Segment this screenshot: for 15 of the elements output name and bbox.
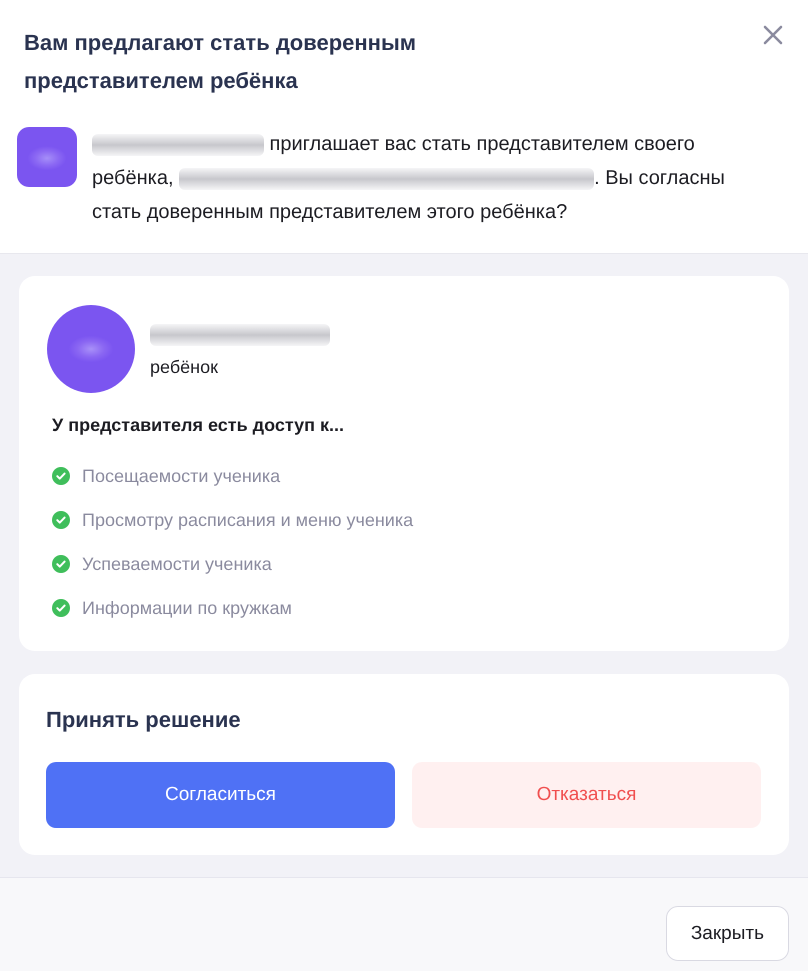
access-item: Успеваемости ученика bbox=[82, 553, 272, 575]
invitation-text: приглашает вас стать представителем своего ребёнка, . Вы согласны стать доверенным представителем этого ребёнка? bbox=[92, 132, 726, 225]
dialog-title: Вам предлагают стать доверенным представителем ребёнка bbox=[24, 29, 418, 95]
close-icon bbox=[763, 25, 783, 45]
access-item: Информации по кружкам bbox=[82, 597, 292, 619]
close-dialog-button[interactable]: Закрыть bbox=[666, 906, 789, 961]
avatar-icon bbox=[17, 127, 77, 187]
accept-button[interactable]: Согласиться bbox=[46, 762, 395, 828]
decision-title: Принять решение bbox=[46, 706, 242, 734]
access-item: Просмотру расписания и меню ученика bbox=[82, 509, 414, 531]
access-item: Посещаемости ученика bbox=[82, 465, 280, 487]
child-role: ребёнок bbox=[150, 356, 219, 378]
close-button[interactable] bbox=[762, 24, 784, 46]
access-heading: У представителя есть доступ к... bbox=[52, 414, 346, 437]
decline-button[interactable]: Отказаться bbox=[412, 762, 761, 828]
